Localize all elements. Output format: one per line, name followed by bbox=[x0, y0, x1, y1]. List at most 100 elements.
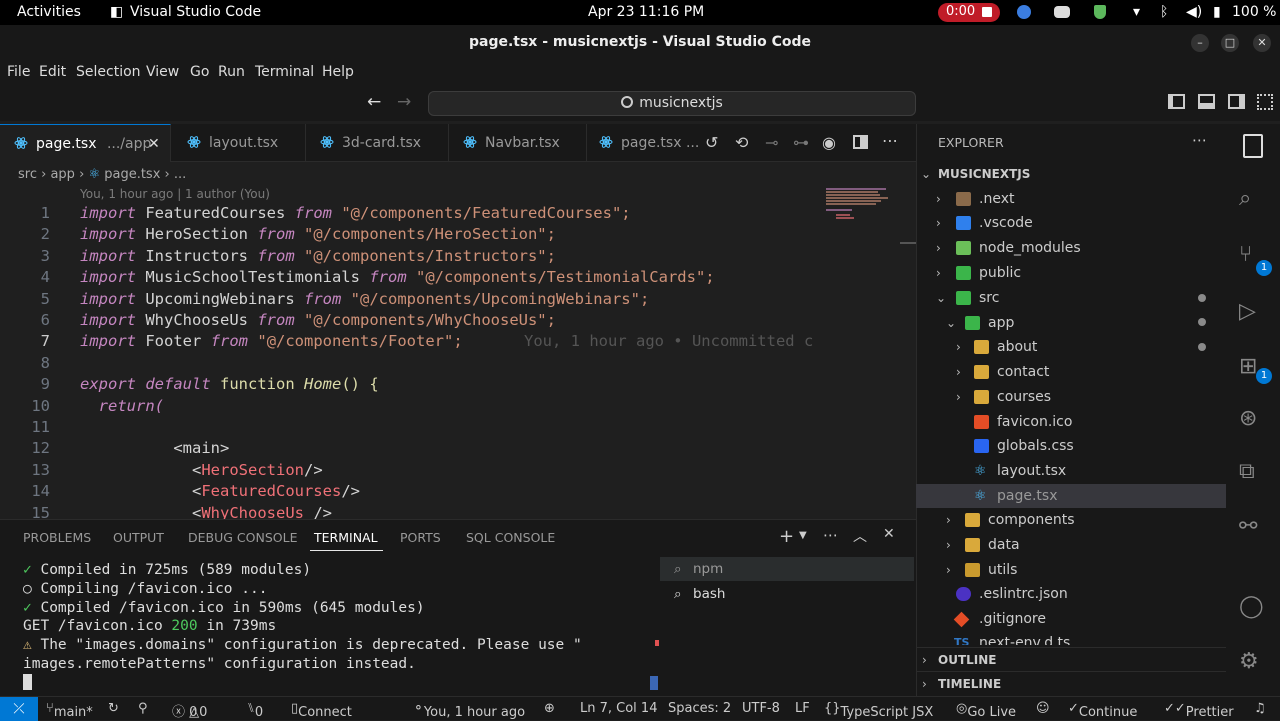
menu-go[interactable]: Go bbox=[190, 64, 209, 80]
battery-level[interactable]: 100 % bbox=[1232, 4, 1276, 20]
terminal-scrollbar[interactable] bbox=[650, 676, 658, 690]
close-window-button[interactable]: ✕ bbox=[1253, 34, 1271, 52]
zoom-icon[interactable]: ⊕ bbox=[544, 701, 555, 716]
toggle-primary-sidebar-icon[interactable] bbox=[1168, 94, 1185, 109]
cursor-position[interactable]: Ln 7, Col 14 bbox=[580, 701, 657, 716]
explorer-more-icon[interactable]: ⋯ bbox=[1192, 131, 1207, 149]
copilot-icon[interactable]: ☺ bbox=[1036, 701, 1050, 716]
timeline-history-icon[interactable]: ↺ bbox=[705, 133, 718, 152]
tree-item-next[interactable]: › .next bbox=[916, 187, 1226, 211]
encoding[interactable]: UTF-8 bbox=[742, 701, 780, 716]
close-panel-icon[interactable]: ✕ bbox=[883, 526, 895, 542]
tree-item-eslintrc[interactable]: .eslintrc.json bbox=[916, 582, 1226, 606]
tree-item-public[interactable]: › public bbox=[916, 261, 1226, 285]
tab-layout-tsx[interactable]: layout.tsx bbox=[171, 124, 306, 162]
more-actions-icon[interactable]: ⋯ bbox=[882, 131, 898, 150]
minimize-button[interactable]: – bbox=[1191, 34, 1209, 52]
code-line[interactable]: export default function Home() { bbox=[80, 375, 379, 393]
code-line[interactable]: import MusicSchoolTestimonials from "@/c… bbox=[80, 268, 715, 286]
terminal-item-bash[interactable]: ⌕ bash bbox=[660, 582, 914, 606]
tree-item-layout-tsx[interactable]: ⚛ layout.tsx bbox=[916, 459, 1226, 483]
clock[interactable]: Apr 23 11:16 PM bbox=[588, 4, 704, 20]
git-lens-icon[interactable]: ◉ bbox=[822, 133, 836, 152]
tree-item-next-env[interactable]: TS next-env.d.ts bbox=[916, 631, 1226, 645]
language-mode[interactable]: {} TypeScript JSX bbox=[824, 701, 933, 720]
menu-file[interactable]: File bbox=[7, 64, 30, 80]
shield-icon[interactable] bbox=[1094, 5, 1106, 19]
screen-recording-indicator[interactable]: 0:00 bbox=[938, 3, 1000, 22]
go-live-button[interactable]: ◎ Go Live bbox=[956, 701, 1016, 720]
problems-indicator[interactable]: ⓧ 0 △ 0 bbox=[172, 701, 207, 720]
menu-selection[interactable]: Selection bbox=[76, 64, 141, 80]
new-terminal-icon[interactable]: + bbox=[779, 526, 794, 547]
remote-indicator-icon[interactable]: ⤫ bbox=[0, 697, 38, 721]
menu-view[interactable]: View bbox=[146, 64, 179, 80]
tree-item-page-tsx[interactable]: ⚛ page.tsx bbox=[916, 484, 1226, 508]
git-graph-icon[interactable]: ⊛ bbox=[1239, 406, 1267, 434]
tab-3d-card-tsx[interactable]: 3d-card.tsx bbox=[306, 124, 449, 162]
wifi-icon[interactable]: ▾ bbox=[1133, 4, 1140, 20]
chevron-down-icon[interactable]: ▼ bbox=[799, 530, 807, 541]
tree-item-node-modules[interactable]: › node_modules bbox=[916, 236, 1226, 260]
tree-item-globals-css[interactable]: globals.css bbox=[916, 434, 1226, 458]
tree-item-utils[interactable]: › utils bbox=[916, 558, 1226, 582]
code-line[interactable]: import WhyChooseUs from "@/components/Wh… bbox=[80, 311, 556, 329]
code-line[interactable]: <FeaturedCourses/> bbox=[80, 482, 360, 500]
battery-icon[interactable]: ▮ bbox=[1213, 4, 1221, 20]
database-icon[interactable]: ⚯ bbox=[1239, 514, 1267, 542]
notifications-bell-icon[interactable]: ♫ bbox=[1254, 701, 1266, 716]
tree-item-data[interactable]: › data bbox=[916, 533, 1226, 557]
code-line[interactable]: <main> bbox=[80, 439, 229, 457]
tab-terminal[interactable]: TERMINAL bbox=[314, 530, 378, 545]
tab-page-tsx-app[interactable]: page.tsx .../app ✕ bbox=[0, 124, 171, 162]
tab-navbar-tsx[interactable]: Navbar.tsx bbox=[449, 124, 587, 162]
code-line[interactable]: import UpcomingWebinars from "@/componen… bbox=[80, 290, 649, 308]
tree-item-components[interactable]: › components bbox=[916, 508, 1226, 532]
tab-output[interactable]: OUTPUT bbox=[113, 530, 164, 545]
tree-item-contact[interactable]: › contact bbox=[916, 360, 1226, 384]
maximize-panel-icon[interactable]: ︿ bbox=[853, 526, 867, 546]
maximize-button[interactable]: □ bbox=[1221, 34, 1239, 52]
close-icon[interactable]: ✕ bbox=[148, 125, 160, 163]
outline-section[interactable]: › OUTLINE bbox=[916, 647, 1226, 671]
tree-item-src[interactable]: ⌄ src bbox=[916, 286, 1226, 310]
git-commit-icon[interactable]: ⊸ bbox=[765, 133, 778, 152]
tree-item-vscode[interactable]: › .vscode bbox=[916, 211, 1226, 235]
tree-item-gitignore[interactable]: .gitignore bbox=[916, 607, 1226, 631]
back-arrow-icon[interactable]: ← bbox=[367, 92, 381, 112]
terminal-output[interactable]: ✓ Compiled in 725ms (589 modules) ○ Comp… bbox=[23, 561, 582, 693]
line-endings[interactable]: LF bbox=[795, 701, 810, 716]
tab-page-tsx[interactable]: page.tsx ... bbox=[587, 124, 699, 162]
more-actions-icon[interactable]: ⋯ bbox=[823, 526, 838, 544]
menu-terminal[interactable]: Terminal bbox=[255, 64, 314, 80]
git-compare-icon[interactable]: ⟲ bbox=[735, 133, 748, 152]
toggle-secondary-sidebar-icon[interactable] bbox=[1228, 94, 1245, 109]
split-editor-icon[interactable] bbox=[853, 135, 868, 149]
codelens-blame[interactable]: You, 1 hour ago | 1 author (You) bbox=[80, 187, 270, 201]
tree-item-app[interactable]: ⌄ app bbox=[916, 311, 1226, 335]
menu-edit[interactable]: Edit bbox=[39, 64, 66, 80]
ports-indicator[interactable]: ⑊ 0 bbox=[247, 701, 263, 720]
app-indicator-icon[interactable] bbox=[1017, 5, 1031, 19]
forward-arrow-icon[interactable]: → bbox=[397, 92, 411, 112]
toggle-panel-icon[interactable] bbox=[1198, 94, 1215, 109]
continue-button[interactable]: ✓ Continue bbox=[1068, 701, 1137, 720]
tab-problems[interactable]: PROBLEMS bbox=[23, 530, 91, 545]
git-branch[interactable]: ⑂ main* bbox=[46, 701, 93, 720]
activities-button[interactable]: Activities bbox=[17, 4, 81, 20]
accounts-icon[interactable]: ◯ bbox=[1239, 594, 1267, 622]
search-icon[interactable]: ⌕ bbox=[1239, 186, 1267, 214]
code-line[interactable]: import Footer from "@/components/Footer"… bbox=[80, 332, 900, 350]
next-change-icon[interactable]: ⊶ bbox=[793, 133, 809, 152]
breadcrumb-app[interactable]: app bbox=[50, 167, 74, 182]
explorer-files-icon[interactable] bbox=[1243, 134, 1263, 158]
tab-ports[interactable]: PORTS bbox=[400, 530, 441, 545]
discord-icon[interactable] bbox=[1054, 6, 1070, 18]
code-line[interactable]: import FeaturedCourses from "@/component… bbox=[80, 204, 631, 222]
volume-icon[interactable]: ◀) bbox=[1186, 4, 1202, 20]
indentation[interactable]: Spaces: 2 bbox=[668, 701, 731, 716]
tab-debug-console[interactable]: DEBUG CONSOLE bbox=[188, 530, 297, 545]
remote-explorer-icon[interactable]: ⧉ bbox=[1239, 459, 1267, 487]
workspace-root[interactable]: ⌄ MUSICNEXTJS bbox=[916, 162, 1226, 186]
code-line[interactable]: import Instructors from "@/components/In… bbox=[80, 247, 556, 265]
